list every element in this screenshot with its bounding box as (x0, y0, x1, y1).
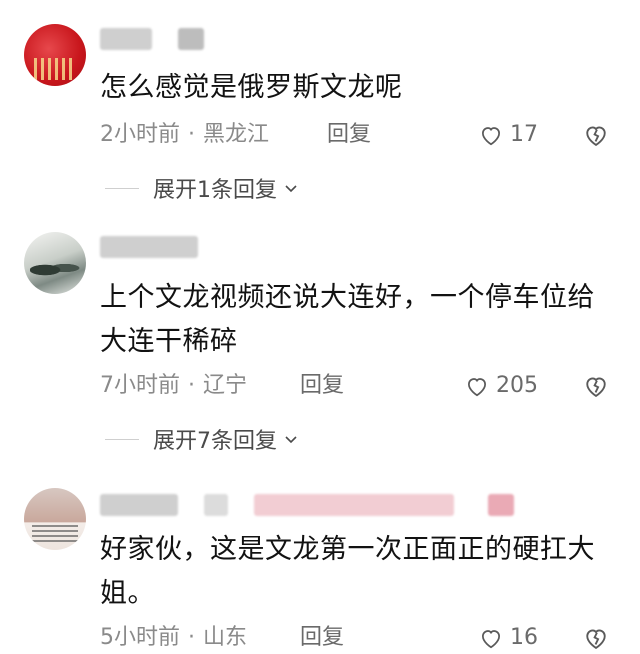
comment-text: 上个文龙视频还说大连好，一个停车位给大连干稀碎 (100, 282, 595, 357)
comment-meta: 5小时前 · 山东 (100, 622, 247, 654)
reply-button[interactable]: 回复 (327, 119, 371, 151)
reply-button[interactable]: 回复 (300, 370, 344, 402)
meta-separator: · (188, 122, 195, 147)
like-button[interactable]: 205 (464, 370, 538, 402)
reply-button[interactable]: 回复 (300, 622, 344, 654)
heart-icon (468, 378, 486, 397)
dislike-icon[interactable] (582, 121, 610, 149)
divider-line (105, 438, 139, 440)
comment-location: 辽宁 (203, 373, 248, 398)
avatar[interactable] (24, 232, 86, 294)
username-blurred[interactable] (100, 28, 152, 50)
divider-line (105, 187, 139, 189)
comment-time: 5小时前 (100, 625, 180, 650)
dislike-icon[interactable] (582, 624, 610, 652)
username-blurred[interactable] (100, 494, 178, 516)
chevron-down-icon (285, 185, 297, 193)
heart-icon (482, 127, 500, 146)
username-blurred[interactable] (100, 236, 198, 258)
comment-location: 黑龙江 (203, 122, 270, 147)
avatar[interactable] (24, 488, 86, 550)
comment-meta: 7小时前 · 辽宁 (100, 370, 247, 402)
meta-separator: · (188, 625, 195, 650)
expand-replies-button[interactable]: 展开1条回复 (105, 172, 299, 204)
username-blurred (178, 28, 204, 50)
username-blurred (204, 494, 228, 516)
expand-replies-label: 展开1条回复 (153, 178, 277, 203)
comment-time: 2小时前 (100, 122, 180, 147)
like-count: 16 (510, 625, 538, 650)
like-button[interactable]: 16 (478, 622, 538, 654)
username-blurred (488, 494, 514, 516)
comment-location: 山东 (203, 625, 248, 650)
meta-separator: · (188, 373, 195, 398)
comment-time: 7小时前 (100, 373, 180, 398)
dislike-icon[interactable] (582, 372, 610, 400)
expand-replies-label: 展开7条回复 (153, 429, 277, 454)
like-button[interactable]: 17 (478, 119, 538, 151)
expand-replies-button[interactable]: 展开7条回复 (105, 423, 299, 455)
like-count: 205 (496, 373, 538, 398)
heart-icon (482, 630, 500, 649)
chevron-down-icon (285, 436, 297, 444)
avatar[interactable] (24, 24, 86, 86)
like-count: 17 (510, 122, 538, 147)
comment-text: 怎么感觉是俄罗斯文龙呢 (100, 72, 403, 103)
username-blurred (254, 494, 454, 516)
comment-text: 好家伙，这是文龙第一次正面正的硬扛大姐。 (100, 534, 595, 609)
comment-meta: 2小时前 · 黑龙江 (100, 119, 269, 151)
